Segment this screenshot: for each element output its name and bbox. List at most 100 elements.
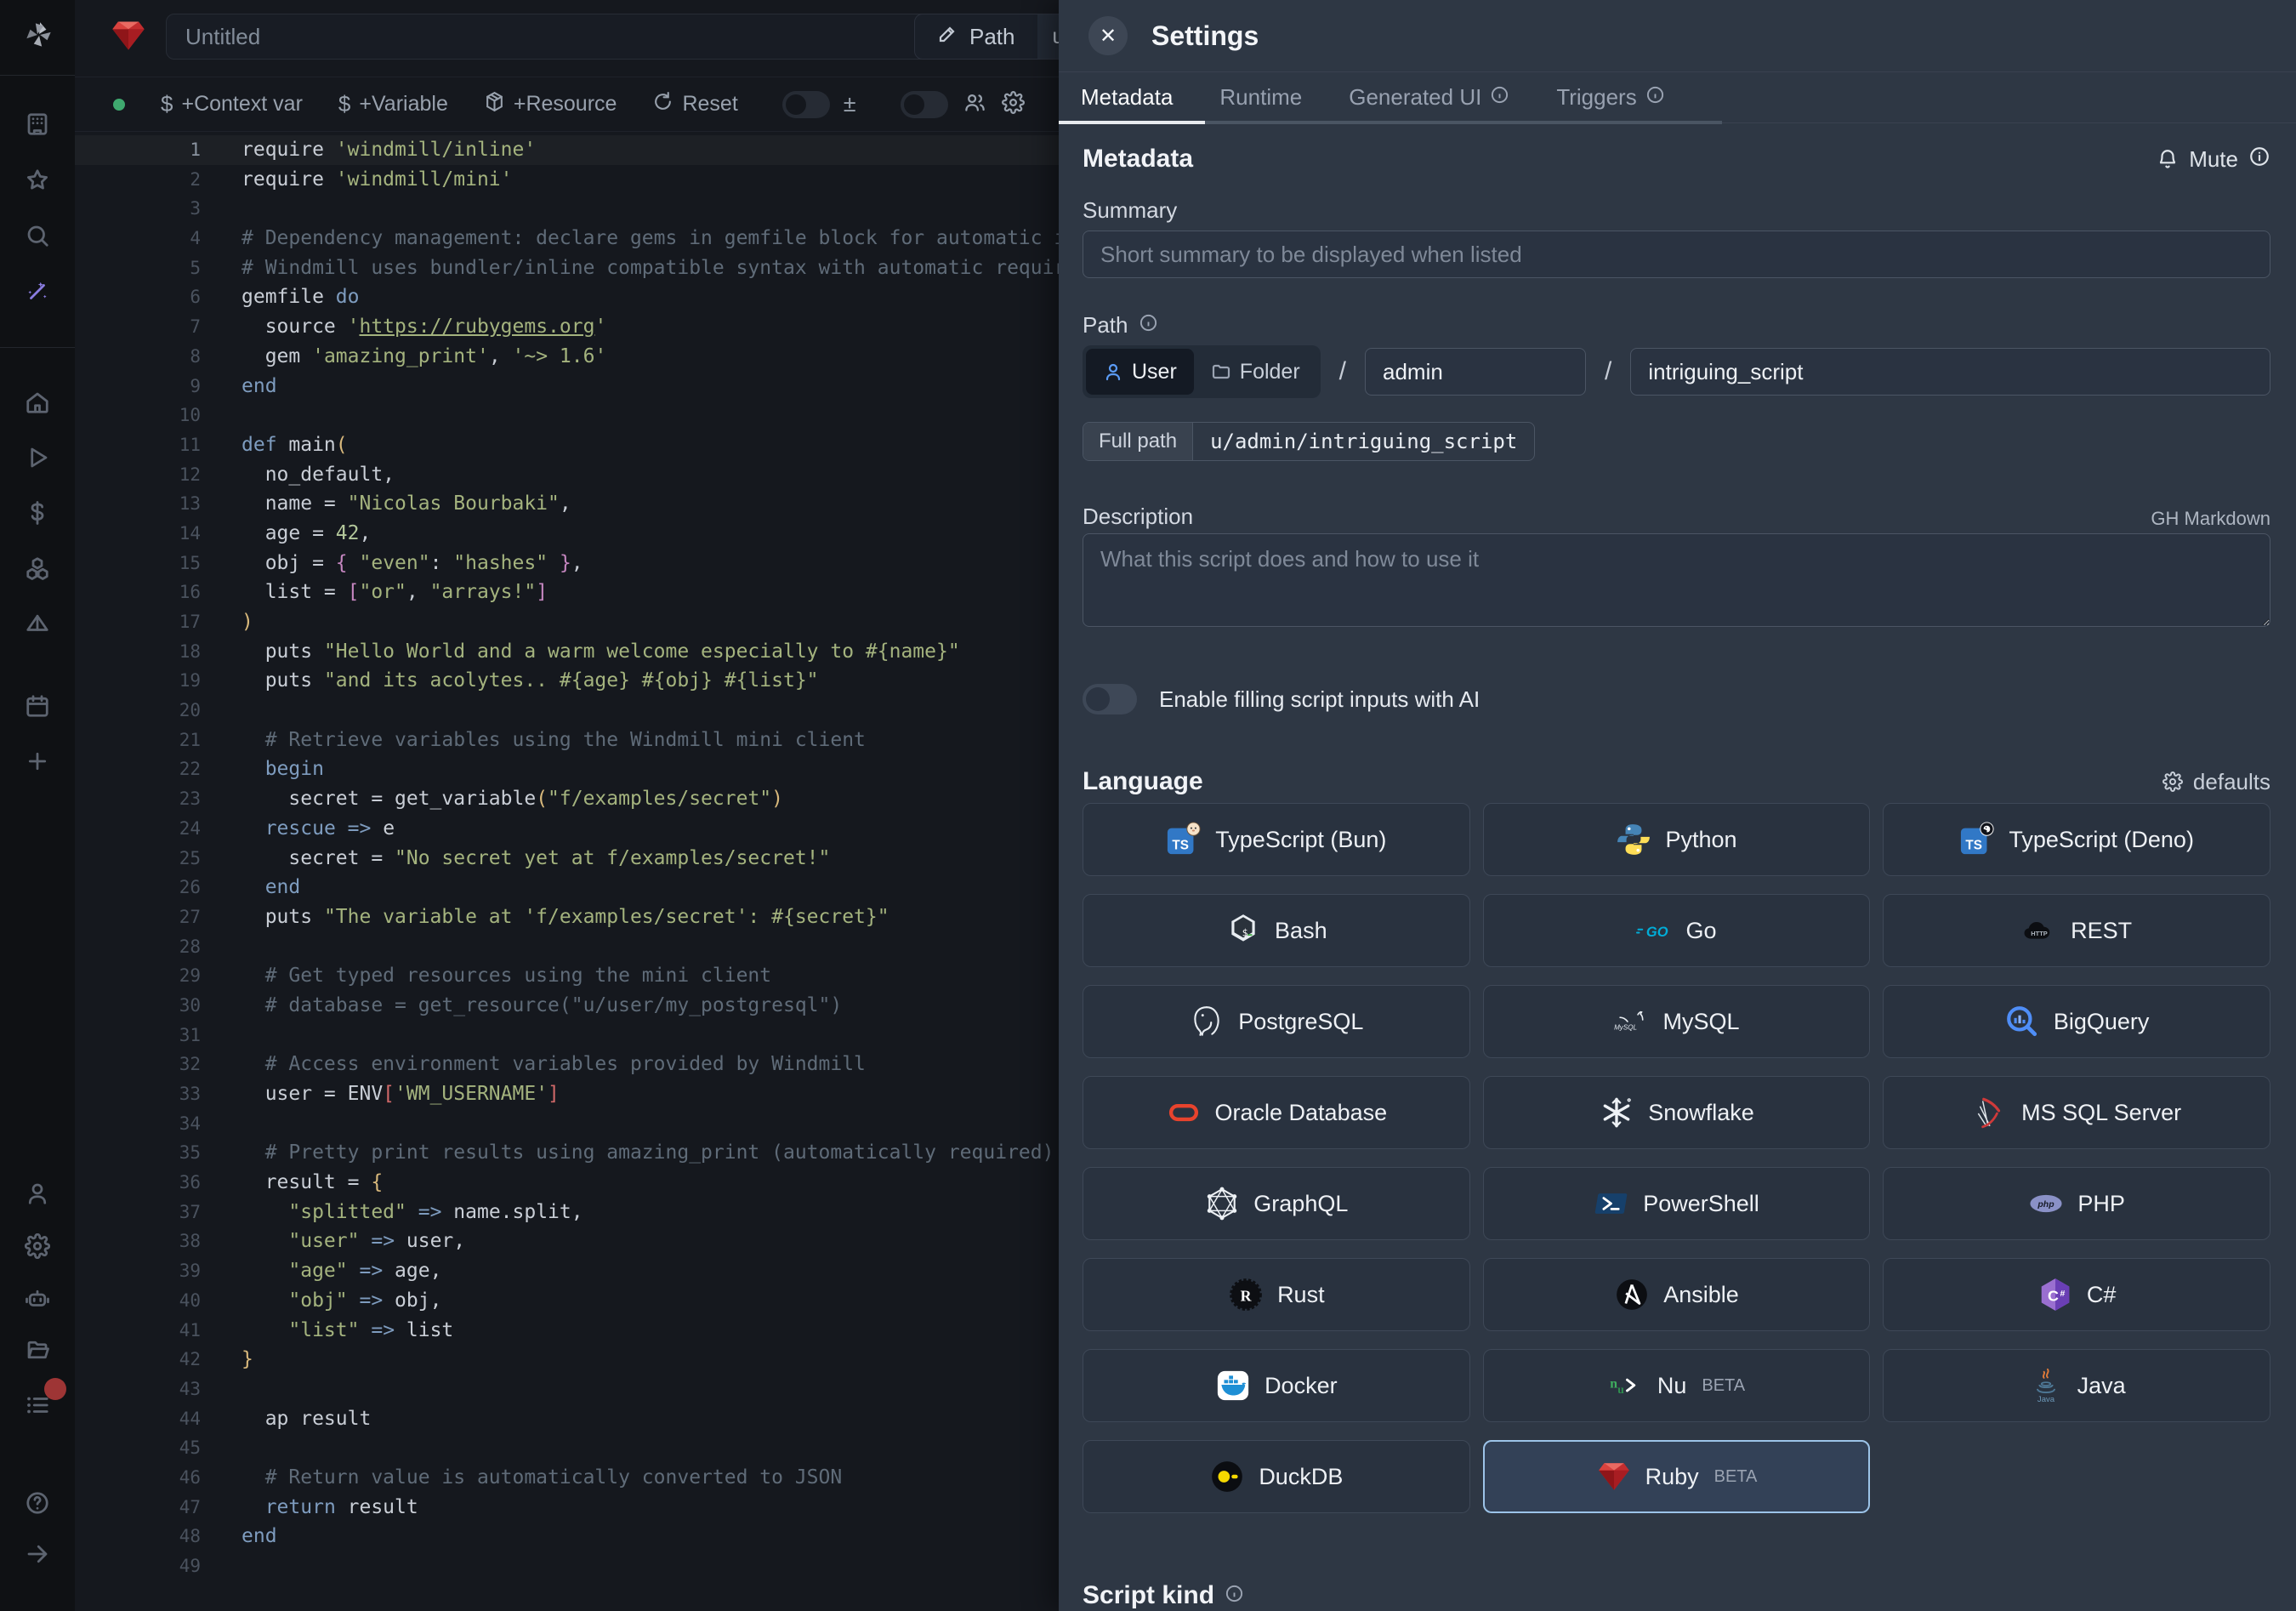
line-number: 22 bbox=[75, 754, 201, 784]
language-button-typescript-deno[interactable]: TS TypeScript (Deno) bbox=[1883, 803, 2270, 876]
tab-runtime[interactable]: Runtime bbox=[1219, 84, 1302, 111]
line-number: 10 bbox=[75, 401, 201, 430]
line-number: 4 bbox=[75, 224, 201, 253]
sidebar-item-schedules-prism[interactable] bbox=[25, 611, 50, 636]
sidebar-item-home[interactable] bbox=[25, 390, 50, 415]
line-number: 27 bbox=[75, 902, 201, 932]
editor-settings-gear-icon[interactable] bbox=[1002, 91, 1025, 118]
language-button-bash[interactable]: $ Bash bbox=[1083, 894, 1470, 967]
reset-button[interactable]: Reset bbox=[652, 91, 737, 118]
info-icon bbox=[2248, 145, 2270, 174]
line-number: 14 bbox=[75, 519, 201, 549]
language-button-ansible[interactable]: Ansible bbox=[1483, 1258, 1871, 1331]
sidebar-item-calendar[interactable] bbox=[25, 693, 50, 719]
language-button-php[interactable]: php PHP bbox=[1883, 1167, 2270, 1240]
collaborators-icon[interactable] bbox=[963, 91, 986, 118]
defaults-button[interactable]: defaults bbox=[2162, 769, 2270, 795]
full-path-badge: Full path bbox=[1083, 423, 1193, 460]
language-button-graphql[interactable]: GraphQL bbox=[1083, 1167, 1470, 1240]
language-button-snowflake[interactable]: Snowflake bbox=[1483, 1076, 1871, 1149]
ansible-icon bbox=[1614, 1277, 1650, 1312]
metadata-heading: Metadata bbox=[1083, 145, 1193, 174]
line-number: 9 bbox=[75, 372, 201, 401]
tab-metadata[interactable]: Metadata bbox=[1081, 84, 1173, 111]
owner-input[interactable] bbox=[1365, 348, 1586, 396]
language-button-mssql[interactable]: MS SQL Server bbox=[1883, 1076, 2270, 1149]
language-button-python[interactable]: Python bbox=[1483, 803, 1871, 876]
dollar-icon: $ bbox=[161, 91, 173, 117]
tab-generated-ui[interactable]: Generated UI bbox=[1349, 84, 1509, 111]
mute-button[interactable]: Mute bbox=[2157, 145, 2270, 174]
windmill-logo-icon[interactable] bbox=[20, 17, 56, 53]
language-button-powershell[interactable]: PowerShell bbox=[1483, 1167, 1871, 1240]
diff-toggle[interactable] bbox=[782, 91, 830, 118]
full-path-value: u/admin/intriguing_script bbox=[1193, 430, 1534, 453]
language-button-ruby[interactable]: Ruby BETA bbox=[1483, 1440, 1871, 1513]
owner-kind-folder[interactable]: Folder bbox=[1194, 349, 1317, 395]
language-button-bigquery[interactable]: BigQuery bbox=[1883, 985, 2270, 1058]
line-number: 35 bbox=[75, 1138, 201, 1168]
sidebar-item-resources[interactable] bbox=[25, 555, 50, 581]
language-button-postgresql[interactable]: PostgreSQL bbox=[1083, 985, 1470, 1058]
line-number: 46 bbox=[75, 1463, 201, 1493]
sidebar-item-user[interactable] bbox=[25, 1181, 50, 1206]
info-icon bbox=[1139, 312, 1158, 339]
script-name-input[interactable] bbox=[1630, 348, 2270, 396]
language-button-go[interactable]: GO Go bbox=[1483, 894, 1871, 967]
sidebar-item-workspace[interactable] bbox=[25, 111, 50, 137]
close-icon[interactable]: ✕ bbox=[1088, 16, 1128, 55]
sidebar-item-help-icon[interactable] bbox=[25, 1490, 50, 1516]
svg-text:$: $ bbox=[1242, 926, 1248, 938]
rust-icon: R bbox=[1228, 1277, 1264, 1312]
settings-tabs: Metadata Runtime Generated UI Triggers bbox=[1059, 72, 2296, 123]
user-icon bbox=[1103, 361, 1123, 382]
sidebar-item-search-icon[interactable] bbox=[25, 223, 50, 248]
sidebar-item-robot-icon[interactable] bbox=[25, 1286, 50, 1312]
summary-input[interactable] bbox=[1083, 231, 2270, 278]
line-number: 37 bbox=[75, 1198, 201, 1227]
info-icon bbox=[1225, 1581, 1244, 1610]
language-button-typescript-bun[interactable]: TS TypeScript (Bun) bbox=[1083, 803, 1470, 876]
ai-fill-label: Enable filling script inputs with AI bbox=[1159, 686, 1480, 713]
nu-icon: nu bbox=[1608, 1368, 1644, 1403]
line-number: 23 bbox=[75, 784, 201, 814]
owner-kind-user[interactable]: User bbox=[1086, 349, 1194, 395]
ruby-icon bbox=[1596, 1459, 1632, 1494]
language-button-mysql[interactable]: MySQL MySQL bbox=[1483, 985, 1871, 1058]
sidebar-item-settings-gear-icon[interactable] bbox=[25, 1233, 50, 1259]
collab-toggle[interactable] bbox=[901, 91, 948, 118]
line-number: 3 bbox=[75, 194, 201, 224]
php-icon: php bbox=[2028, 1186, 2064, 1221]
language-button-nu[interactable]: nu Nu BETA bbox=[1483, 1349, 1871, 1422]
line-number: 15 bbox=[75, 549, 201, 578]
ai-fill-toggle[interactable] bbox=[1083, 684, 1137, 714]
language-button-duckdb[interactable]: DuckDB bbox=[1083, 1440, 1470, 1513]
line-number: 6 bbox=[75, 282, 201, 312]
sidebar-item-runs[interactable] bbox=[25, 445, 50, 470]
add-resource-button[interactable]: +Resource bbox=[484, 91, 617, 118]
add-variable-button[interactable]: $ +Variable bbox=[338, 91, 448, 117]
reset-icon bbox=[652, 91, 673, 118]
tab-triggers[interactable]: Triggers bbox=[1556, 84, 1664, 111]
sidebar-item-favorites[interactable] bbox=[25, 168, 50, 193]
gear-icon bbox=[2162, 771, 2183, 792]
sidebar-item-ai-wand-icon[interactable] bbox=[25, 279, 50, 305]
language-button-csharp[interactable]: C# C# bbox=[1883, 1258, 2270, 1331]
ruby-language-icon bbox=[110, 17, 147, 54]
description-textarea[interactable] bbox=[1083, 533, 2270, 627]
language-button-docker[interactable]: Docker bbox=[1083, 1349, 1470, 1422]
settings-header: ✕ Settings bbox=[1059, 0, 2296, 72]
language-button-oracle[interactable]: Oracle Database bbox=[1083, 1076, 1470, 1149]
sidebar-item-add[interactable] bbox=[25, 749, 50, 774]
script-title-input[interactable] bbox=[166, 14, 948, 60]
sidebar-item-folders-icon[interactable] bbox=[25, 1337, 50, 1363]
language-button-rust[interactable]: R Rust bbox=[1083, 1258, 1470, 1331]
add-context-var-button[interactable]: $ +Context var bbox=[161, 91, 303, 117]
sidebar-item-expand-arrow-icon[interactable] bbox=[25, 1541, 50, 1567]
language-button-java[interactable]: Java Java bbox=[1883, 1349, 2270, 1422]
sidebar-item-variables[interactable] bbox=[25, 500, 50, 526]
language-heading: Language bbox=[1083, 767, 1203, 796]
svg-text:MySQL: MySQL bbox=[1615, 1024, 1638, 1032]
language-button-rest[interactable]: HTTP REST bbox=[1883, 894, 2270, 967]
mysql-icon: MySQL bbox=[1613, 1004, 1649, 1039]
